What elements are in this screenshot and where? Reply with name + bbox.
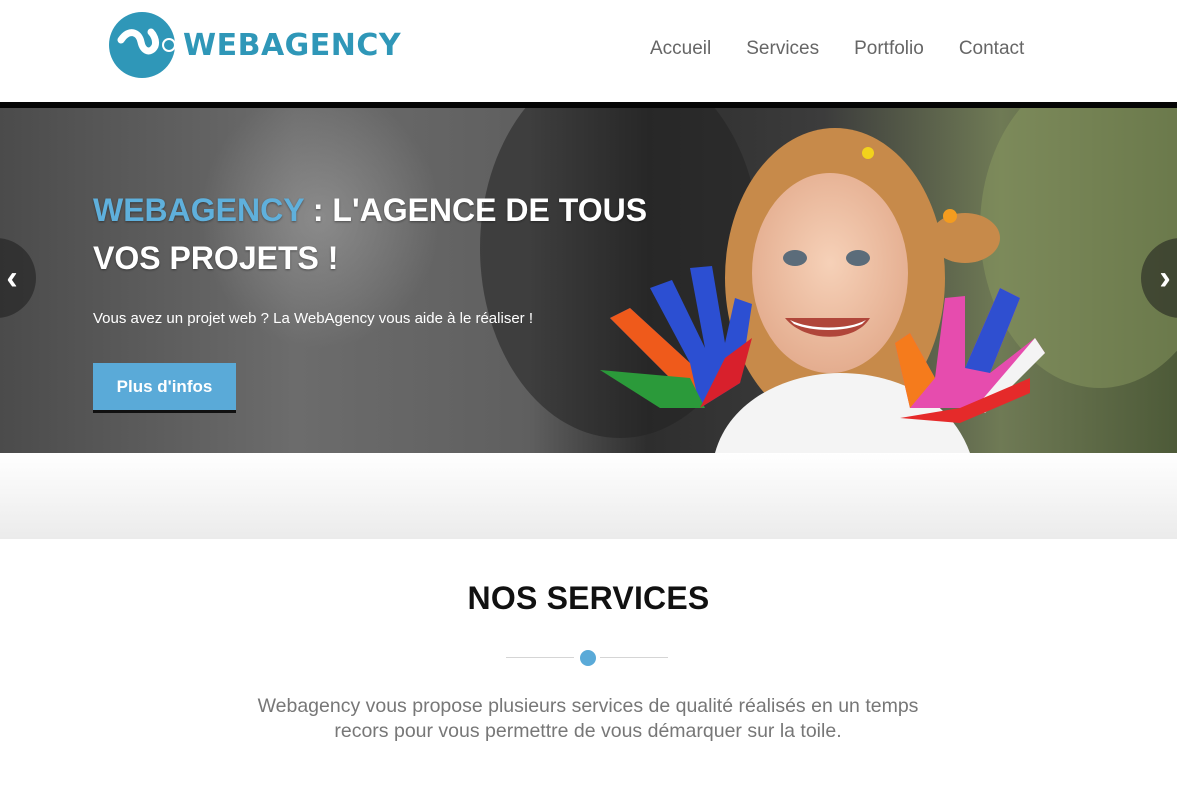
title-divider [506,650,668,666]
nav-contact[interactable]: Contact [959,38,1024,60]
nav-services[interactable]: Services [746,38,819,60]
services-description: Webagency vous propose plusieurs service… [257,695,919,742]
hero-title-brand: WEBAGENCY [93,192,304,228]
chevron-right-icon: › [1159,258,1171,297]
section-band [0,453,1177,539]
hero-slider: WEBAGENCY : L'AGENCE DE TOUS VOS PROJETS… [0,108,1177,453]
divider-line-right [600,657,668,658]
chevron-left-icon: ‹ [6,258,18,297]
hero-subtitle: Vous avez un projet web ? La WebAgency v… [93,310,533,327]
more-info-button[interactable]: Plus d'infos [93,363,236,413]
logo[interactable]: WEBAGENCY [107,10,401,80]
divider-dot-icon [580,650,596,666]
services-title: NOS SERVICES [467,580,710,616]
logo-text: WEBAGENCY [183,27,402,63]
nav-accueil[interactable]: Accueil [650,38,711,60]
nav-portfolio[interactable]: Portfolio [854,38,924,60]
logo-icon [109,12,176,78]
main-nav: Accueil Services Portfolio Contact [650,38,1024,60]
divider-line-left [506,657,574,658]
hero-title: WEBAGENCY : L'AGENCE DE TOUS VOS PROJETS… [93,186,693,282]
site-header: WEBAGENCY Accueil Services Portfolio Con… [0,0,1177,102]
